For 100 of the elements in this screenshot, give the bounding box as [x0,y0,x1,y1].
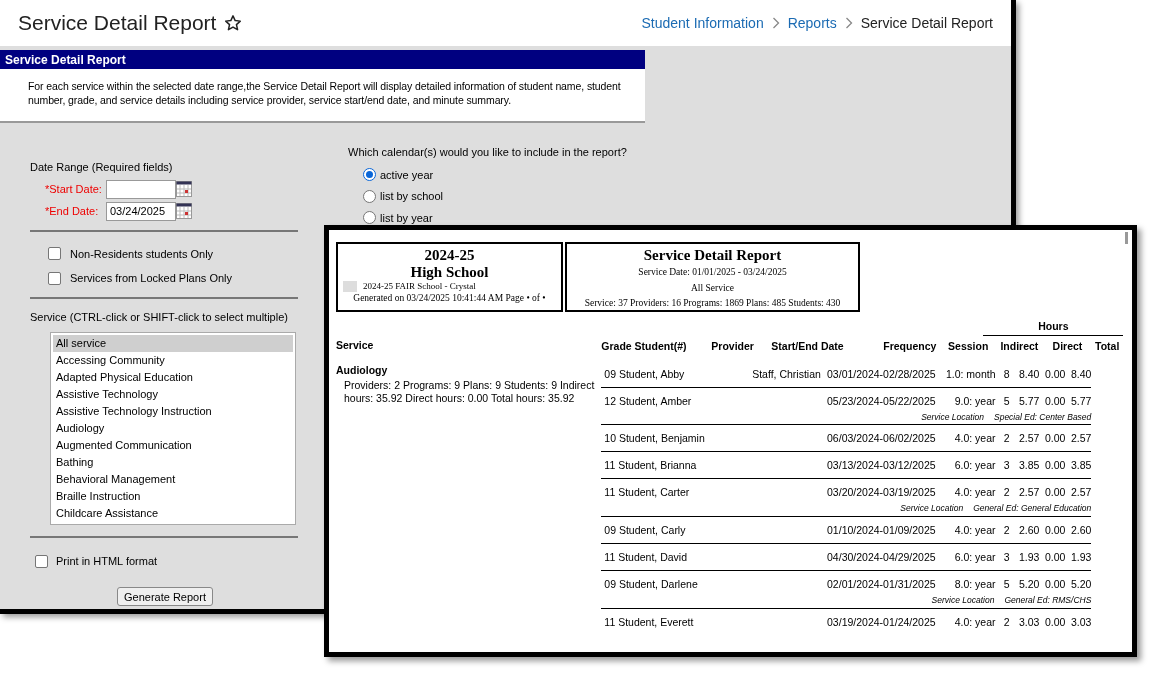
service-listbox[interactable] [50,332,296,525]
service-option[interactable]: Augmented Communication [53,437,293,454]
indirect-cell-text: 5.20 [1018,577,1040,593]
service-option[interactable]: Bathing [53,454,293,471]
chevron-icon [844,17,853,29]
direct-cell-text: 0.00 [1043,431,1066,447]
direct-cell-text: 0.00 [1043,366,1066,382]
hours-header: Hours [983,319,1124,336]
service-option[interactable]: Behavioral Management [53,471,293,488]
checkbox[interactable] [48,247,61,261]
school-name: High School [410,264,489,281]
generate-report-button[interactable]: Generate Report [117,587,213,607]
report-summary: Service: 37 Providers: 16 Programs: 1869 Plans: 485 Students: 430 [584,297,841,310]
calendar-question: Which calendar(s) would you like to include in the report? [348,145,627,160]
location-label: Service Location [900,502,964,515]
indirect-cell-text: 3.03 [1018,614,1040,630]
column-header: Start/End Date [771,338,845,354]
direct-cell-text: 0.00 [1043,393,1066,409]
date-range-label: Date Range (Required fields) [30,160,174,175]
calendar-icon[interactable] [176,203,192,219]
service-option[interactable]: Childcare Assistance [53,505,293,522]
service-option[interactable]: Audiology [53,420,293,437]
student-cell-text: 09 Student, Abby [603,366,686,382]
date-cell-text: 04/30/2024-04/29/2025 [826,550,936,566]
checkbox[interactable] [48,271,61,285]
panel-description: For each service within the selected date range,the Service Detail Report will display detailed information of student name, student number, grade, and service details including service provider, service start/end date, and minute summary. [28,79,622,107]
radio-button[interactable] [363,168,376,182]
location-value: General Ed: RMS/CHS [1004,594,1092,607]
indirect-cell-text: 2.57 [1018,431,1040,447]
student-cell-text: 11 Student, Brianna [603,458,698,474]
session-cell-text: 5 [1002,577,1010,593]
service-scope: All Service [691,282,734,295]
breadcrumb-link[interactable]: Student Information [641,12,764,34]
service-option[interactable]: Assistive Technology Instruction [53,403,293,420]
column-header: Frequency [882,338,937,354]
indirect-cell-text: 8.40 [1018,366,1040,382]
checkbox[interactable] [35,554,48,568]
report-title: Service Detail Report [643,246,782,264]
service-option[interactable]: All service [53,335,293,352]
frequency-cell-text: 6.0: year [953,550,996,566]
direct-cell-text: 0.00 [1043,614,1066,630]
date-cell-text: 03/19/2024-01/24/2025 [826,614,936,630]
date-cell-text: 05/23/2024-05/22/2025 [826,393,936,409]
date-cell-text: 03/01/2024-02/28/2025 [826,366,936,382]
service-option[interactable]: Braille Instruction [53,488,293,505]
total-cell-text: 2.57 [1069,431,1092,447]
radio-label: list by school [380,189,443,204]
total-cell-text: 2.60 [1069,523,1092,539]
checkbox-label: Non-Residents students Only [70,246,214,262]
frequency-cell-text: 4.0: year [953,485,996,501]
direct-cell-text: 0.00 [1043,577,1066,593]
radio-button[interactable] [363,189,376,203]
frequency-cell-text: 1.0: month [944,366,996,382]
date-cell-text: 01/10/2024-01/09/2025 [826,523,936,539]
direct-cell-text: 0.00 [1043,458,1066,474]
school-year: 2024-25 [424,247,475,264]
service-option[interactable]: Adapted Physical Education [53,369,293,386]
frequency-cell-text: 4.0: year [953,523,996,539]
date-label: *Start Date: [45,181,103,197]
radio-button[interactable] [363,211,376,225]
total-cell-text: 2.57 [1069,485,1092,501]
total-cell-text: 3.85 [1069,458,1092,474]
star-icon[interactable] [224,14,243,32]
student-cell-text: 12 Student, Amber [603,393,693,409]
location-value: Special Ed: Center Based [994,410,1092,424]
session-cell-text: 5 [1002,393,1010,409]
service-label: Service (CTRL-click or SHIFT-click to select multiple) [30,309,289,325]
session-cell-text: 2 [1002,485,1010,501]
frequency-cell-text: 9.0: year [953,393,996,409]
service-summary: Providers: 2 Programs: 9 Plans: 9 Students: 9 Indirect hours: 35.92 Direct hours: 0.00 Total hours: 35.92 [343,378,596,405]
panel-title-bar: Service Detail Report [0,50,645,69]
frequency-cell-text: 4.0: year [953,431,996,447]
column-header: Session [947,338,989,354]
frequency-cell-text: 4.0: year [953,614,996,630]
indirect-cell-text: 2.57 [1018,485,1040,501]
date-cell-text: 06/03/2024-06/02/2025 [826,431,936,447]
column-header: Grade Student(#) [601,338,688,354]
calendar-icon[interactable] [176,181,192,197]
indirect-cell-text: 2.60 [1018,523,1040,539]
session-cell-text: 3 [1002,458,1010,474]
direct-cell-text: 0.00 [1043,550,1066,566]
radio-label: active year [380,167,434,183]
breadcrumb-link[interactable]: Reports [787,12,837,34]
column-header: Indirect [999,338,1039,354]
total-cell-text: 3.03 [1069,614,1092,630]
column-header: Provider [711,338,755,354]
breadcrumb-current: Service Detail Report [860,13,993,33]
student-cell-text: 11 Student, Everett [603,614,695,630]
date-field[interactable]: 03/24/2025 [106,201,176,221]
service-option[interactable]: Accessing Community [53,352,293,369]
student-cell-text: 09 Student, Carly [603,523,687,539]
service-option[interactable]: Assistive Technology [53,386,293,403]
scrollbar-thumb[interactable] [1125,232,1128,244]
student-cell-text: 10 Student, Benjamin [603,431,706,447]
checkbox-label: Print in HTML format [56,554,158,569]
date-field[interactable] [106,179,176,199]
direct-cell-text: 0.00 [1043,523,1066,539]
date-label: *End Date: [45,203,100,219]
indirect-cell-text: 5.77 [1018,393,1040,409]
school-subtitle: 2024-25 FAIR School - Crystal [363,281,476,292]
